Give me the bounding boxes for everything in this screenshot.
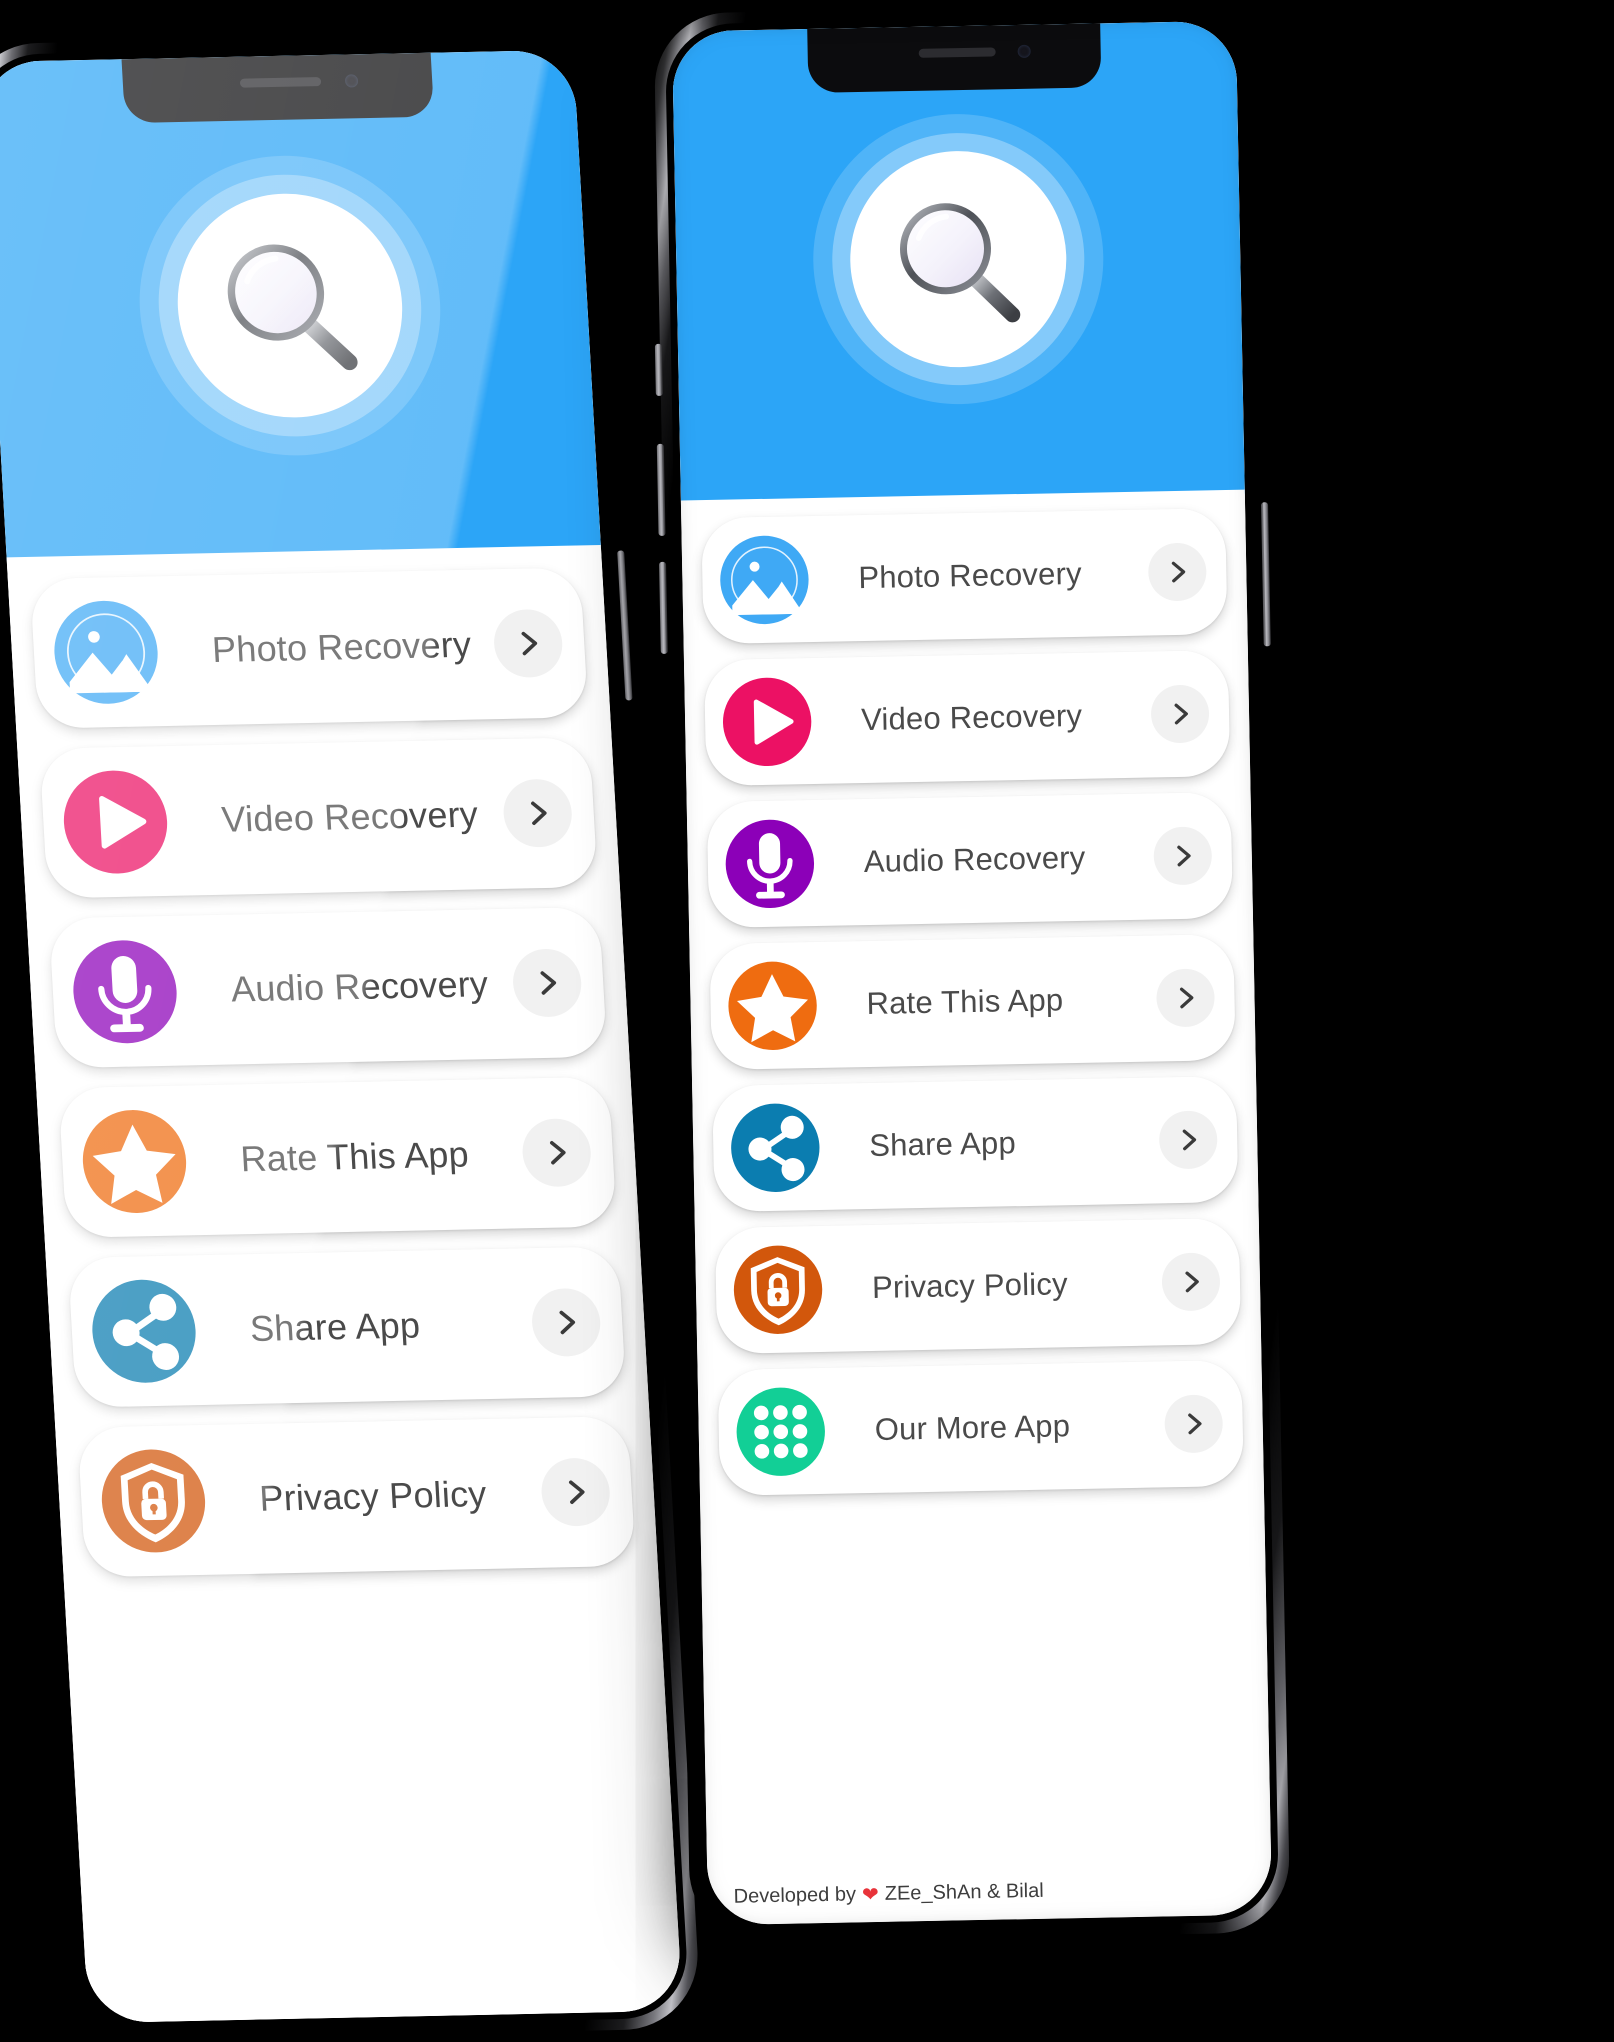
menu-row-our-more-app[interactable]: Our More App <box>718 1360 1244 1496</box>
right-phone-screen: Photo Recovery Video Recovery Audio Reco… <box>672 21 1272 1925</box>
chevron-right-icon[interactable] <box>521 1118 593 1187</box>
menu-row-label: Rate This App <box>239 1132 523 1180</box>
screenshot-stage: Photo Recovery Video Recovery Audio Reco… <box>0 0 1614 1976</box>
chevron-right-icon[interactable] <box>1151 684 1210 743</box>
power-button[interactable] <box>1261 502 1271 646</box>
front-camera <box>344 74 358 87</box>
chevron-right-icon[interactable] <box>492 609 564 678</box>
photo-icon <box>716 531 814 629</box>
shield-lock-icon <box>729 1241 827 1339</box>
front-camera <box>1017 45 1030 58</box>
right-app-header <box>672 21 1245 505</box>
right-phone: Photo Recovery Video Recovery Audio Reco… <box>654 2 1291 1943</box>
menu-row-photo-recovery[interactable]: Photo Recovery <box>30 567 589 728</box>
menu-row-rate-this-app[interactable]: Rate This App <box>709 934 1235 1070</box>
menu-row-video-recovery[interactable]: Video Recovery <box>704 650 1230 786</box>
chevron-right-icon[interactable] <box>1164 1394 1223 1453</box>
menu-row-label: Audio Recovery <box>230 963 514 1011</box>
share-icon <box>726 1099 824 1197</box>
earpiece-speaker <box>919 47 995 57</box>
chevron-right-icon[interactable] <box>1159 1110 1218 1169</box>
volume-down-button[interactable] <box>659 562 668 654</box>
menu-row-label: Audio Recovery <box>864 838 1155 880</box>
left-phone: Photo Recovery Video Recovery Audio Reco… <box>0 31 702 2041</box>
menu-row-label: Video Recovery <box>861 697 1152 739</box>
right-menu-list: Photo Recovery Video Recovery Audio Reco… <box>681 490 1271 1870</box>
share-icon <box>85 1274 203 1388</box>
grid-apps-icon <box>732 1383 830 1481</box>
chevron-right-icon[interactable] <box>1161 1252 1220 1311</box>
magnifier-icon <box>212 230 368 381</box>
menu-row-label: Share App <box>249 1302 533 1350</box>
left-phone-screen: Photo Recovery Video Recovery Audio Reco… <box>0 50 683 2023</box>
menu-row-label: Rate This App <box>866 980 1157 1022</box>
menu-row-label: Our More App <box>874 1406 1165 1448</box>
menu-row-photo-recovery[interactable]: Photo Recovery <box>701 508 1227 644</box>
video-icon <box>56 765 174 879</box>
left-app-header <box>0 50 601 562</box>
left-menu-list: Photo Recovery Video Recovery Audio Reco… <box>7 545 683 2023</box>
right-phone-bezel: Photo Recovery Video Recovery Audio Reco… <box>665 14 1280 1933</box>
left-phone-bezel: Photo Recovery Video Recovery Audio Reco… <box>0 43 690 2031</box>
menu-row-label: Photo Recovery <box>211 623 495 671</box>
mic-icon <box>721 815 819 913</box>
chevron-right-icon[interactable] <box>540 1457 612 1526</box>
menu-row-privacy-policy[interactable]: Privacy Policy <box>77 1416 636 1577</box>
photo-icon <box>47 595 165 709</box>
power-button[interactable] <box>617 550 632 700</box>
developer-credit-authors: ZEe_ShAn & Bilal <box>885 1879 1044 1905</box>
magnifier-icon <box>887 189 1030 332</box>
chevron-right-icon[interactable] <box>1148 542 1207 601</box>
menu-row-privacy-policy[interactable]: Privacy Policy <box>715 1218 1241 1354</box>
heart-icon: ❤ <box>862 1881 879 1906</box>
mic-icon <box>66 935 184 1049</box>
menu-row-share-app[interactable]: Share App <box>712 1076 1238 1212</box>
developer-credit-prefix: Developed by <box>733 1883 856 1908</box>
menu-row-video-recovery[interactable]: Video Recovery <box>39 737 598 898</box>
star-icon <box>75 1104 193 1218</box>
menu-row-label: Video Recovery <box>220 793 504 841</box>
volume-up-button[interactable] <box>657 444 666 536</box>
chevron-right-icon[interactable] <box>502 779 574 848</box>
chevron-right-icon[interactable] <box>511 948 583 1017</box>
menu-row-label: Privacy Policy <box>872 1264 1163 1306</box>
earpiece-speaker <box>240 77 321 88</box>
menu-row-audio-recovery[interactable]: Audio Recovery <box>707 792 1233 928</box>
left-phone-notch <box>122 53 435 123</box>
chevron-right-icon[interactable] <box>1153 826 1212 885</box>
shield-lock-icon <box>94 1444 212 1558</box>
left-app-screen: Photo Recovery Video Recovery Audio Reco… <box>0 50 683 2023</box>
developer-credit: Developed by ❤ ZEe_ShAn & Bilal <box>707 1858 1272 1925</box>
video-icon <box>718 673 816 771</box>
menu-row-label: Share App <box>869 1122 1160 1164</box>
star-icon <box>724 957 822 1055</box>
right-app-screen: Photo Recovery Video Recovery Audio Reco… <box>672 21 1272 1925</box>
menu-row-rate-this-app[interactable]: Rate This App <box>58 1077 617 1238</box>
chevron-right-icon[interactable] <box>1156 968 1215 1027</box>
right-phone-notch <box>807 23 1101 93</box>
menu-row-label: Photo Recovery <box>858 555 1149 597</box>
menu-row-share-app[interactable]: Share App <box>68 1246 627 1407</box>
chevron-right-icon[interactable] <box>530 1288 602 1357</box>
menu-row-audio-recovery[interactable]: Audio Recovery <box>49 907 608 1068</box>
mute-switch[interactable] <box>655 344 663 396</box>
menu-row-label: Privacy Policy <box>258 1472 542 1520</box>
